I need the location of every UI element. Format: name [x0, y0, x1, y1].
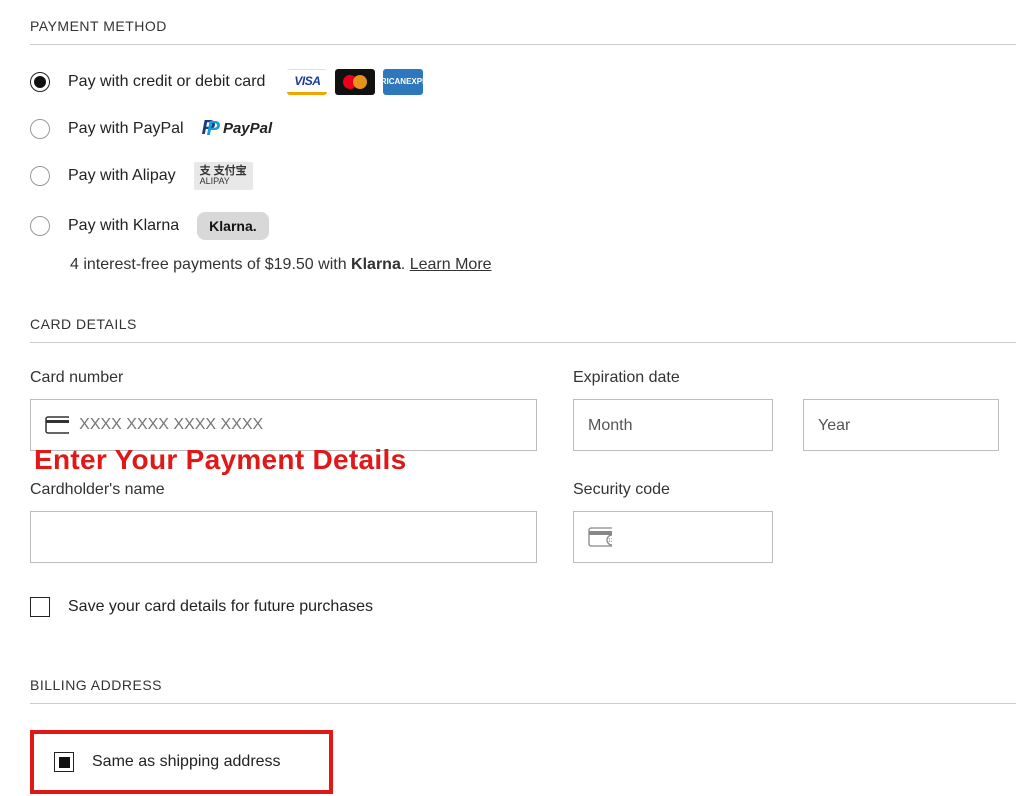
radio-card[interactable]	[30, 72, 50, 92]
payment-option-label: Pay with credit or debit card	[68, 73, 265, 91]
cardholder-name-label: Cardholder's name	[30, 481, 537, 499]
klarna-learn-more-link[interactable]: Learn More	[410, 256, 492, 273]
payment-option-paypal[interactable]: Pay with PayPal P PayPal	[30, 117, 1024, 140]
expiration-label: Expiration date	[573, 369, 999, 387]
payment-option-klarna[interactable]: Pay with Klarna Klarna.	[30, 212, 1024, 240]
visa-icon: VISA	[287, 69, 327, 95]
annotation-highlight-box: Same as shipping address	[30, 730, 333, 794]
same-as-shipping-label: Same as shipping address	[92, 753, 281, 771]
same-as-shipping-row[interactable]: Same as shipping address	[54, 752, 281, 772]
mastercard-icon	[335, 69, 375, 95]
radio-paypal[interactable]	[30, 119, 50, 139]
payment-option-label: Pay with Klarna	[68, 217, 179, 235]
checkbox-checked-icon	[59, 757, 70, 768]
security-code-input[interactable]	[622, 528, 758, 546]
klarna-icon: Klarna.	[197, 212, 268, 240]
expiration-year-select[interactable]: Year	[818, 417, 984, 434]
cardholder-name-field[interactable]	[30, 511, 537, 563]
expiration-month-field[interactable]: Month	[573, 399, 773, 451]
save-card-label: Save your card details for future purcha…	[68, 598, 373, 616]
expiration-year-field[interactable]: Year	[803, 399, 999, 451]
section-payment-method-title: PAYMENT METHOD	[30, 18, 1016, 45]
radio-klarna[interactable]	[30, 216, 50, 236]
radio-selected-dot	[34, 76, 46, 88]
paypal-icon: P PayPal	[202, 117, 273, 140]
radio-alipay[interactable]	[30, 166, 50, 186]
section-billing-title: BILLING ADDRESS	[30, 677, 1016, 704]
card-number-field[interactable]	[30, 399, 537, 451]
card-number-input[interactable]	[79, 416, 522, 434]
security-code-label: Security code	[573, 481, 773, 499]
klarna-installment-note: 4 interest-free payments of $19.50 with …	[70, 256, 1024, 274]
save-card-row[interactable]: Save your card details for future purcha…	[30, 597, 1024, 617]
amex-icon: AMERICANEXPRESS	[383, 69, 423, 95]
payment-option-label: Pay with Alipay	[68, 167, 176, 185]
alipay-icon: 支 支付宝 ALIPAY	[194, 162, 253, 190]
card-number-label: Card number	[30, 369, 537, 387]
cvv-icon: 123	[588, 527, 612, 547]
save-card-checkbox[interactable]	[30, 597, 50, 617]
expiration-month-select[interactable]: Month	[588, 417, 758, 434]
payment-option-alipay[interactable]: Pay with Alipay 支 支付宝 ALIPAY	[30, 162, 1024, 190]
payment-method-group: Pay with credit or debit card VISA AMERI…	[30, 69, 1024, 274]
card-brand-icons: VISA AMERICANEXPRESS	[287, 69, 423, 95]
svg-text:123: 123	[608, 538, 612, 544]
credit-card-icon	[45, 416, 69, 434]
security-code-field[interactable]: 123	[573, 511, 773, 563]
payment-option-label: Pay with PayPal	[68, 120, 184, 138]
payment-option-card[interactable]: Pay with credit or debit card VISA AMERI…	[30, 69, 1024, 95]
cardholder-name-input[interactable]	[45, 528, 522, 546]
section-card-details-title: CARD DETAILS	[30, 316, 1016, 343]
same-as-shipping-checkbox[interactable]	[54, 752, 74, 772]
